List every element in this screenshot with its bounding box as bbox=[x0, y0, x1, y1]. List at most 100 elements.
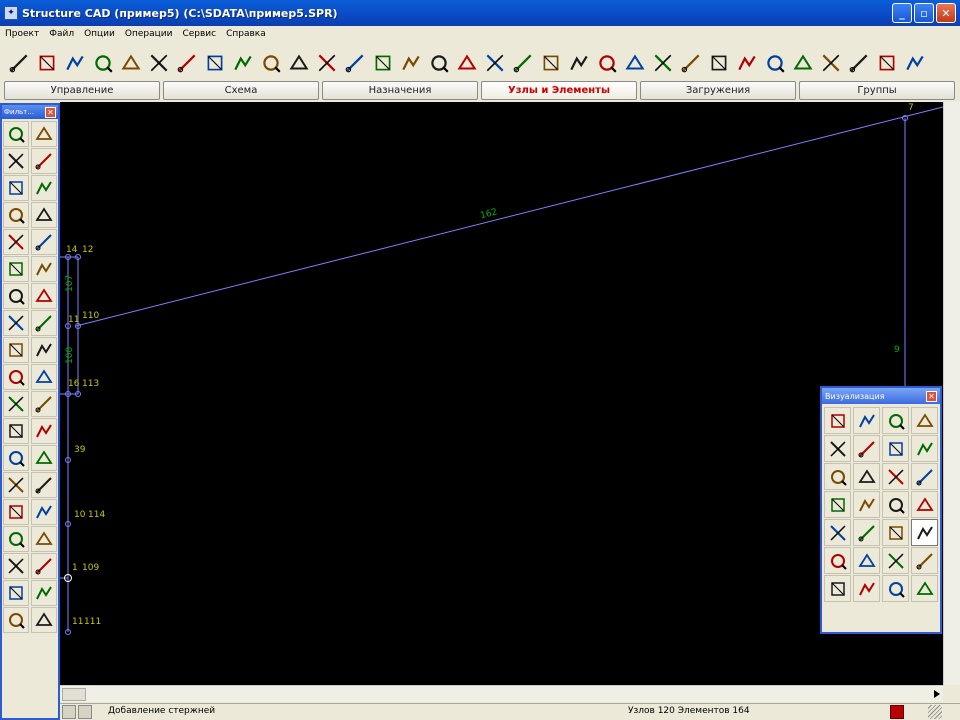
support-icon[interactable] bbox=[3, 337, 29, 363]
element-red-icon[interactable] bbox=[818, 49, 844, 76]
menu-options[interactable]: Опции bbox=[79, 29, 120, 39]
mesh-icon[interactable] bbox=[31, 418, 57, 444]
tab-nodes-elements[interactable]: Узлы и Элементы bbox=[481, 81, 637, 100]
node-merge-icon[interactable] bbox=[146, 49, 172, 76]
element-delete-icon[interactable] bbox=[902, 49, 928, 76]
tab-loadings[interactable]: Загружения bbox=[640, 81, 796, 100]
ruler-icon[interactable] bbox=[31, 472, 57, 498]
brush-icon[interactable] bbox=[31, 445, 57, 471]
rod-delete-icon[interactable] bbox=[31, 175, 57, 201]
view-front-icon[interactable] bbox=[824, 463, 851, 490]
minimize-button[interactable]: _ bbox=[892, 3, 912, 23]
element-fold-icon[interactable] bbox=[426, 49, 452, 76]
viz-close-button[interactable]: ✕ bbox=[926, 390, 937, 402]
menu-service[interactable]: Сервис bbox=[177, 29, 221, 39]
node-grid-icon[interactable] bbox=[62, 49, 88, 76]
tree-icon[interactable] bbox=[31, 580, 57, 606]
fill-green-icon[interactable] bbox=[882, 575, 909, 602]
vertical-scrollbar[interactable] bbox=[943, 102, 960, 685]
matrix-icon[interactable] bbox=[31, 607, 57, 633]
element-pattern-icon[interactable] bbox=[342, 49, 368, 76]
plate-mesh-icon[interactable] bbox=[31, 256, 57, 282]
node-number-icon[interactable] bbox=[174, 49, 200, 76]
tab-scheme[interactable]: Схема bbox=[163, 81, 319, 100]
arrow-down-icon[interactable] bbox=[31, 337, 57, 363]
element-grid-icon[interactable] bbox=[622, 49, 648, 76]
stack-icon[interactable] bbox=[3, 472, 29, 498]
grid-red-icon[interactable] bbox=[31, 526, 57, 552]
element-square-icon[interactable] bbox=[706, 49, 732, 76]
node-move-icon[interactable] bbox=[34, 49, 60, 76]
snap-toggle-icon[interactable] bbox=[78, 705, 92, 719]
grid-toggle-icon[interactable] bbox=[62, 705, 76, 719]
chart-icon[interactable] bbox=[31, 553, 57, 579]
rotate-x-icon[interactable] bbox=[853, 407, 880, 434]
table-icon[interactable] bbox=[853, 519, 880, 546]
tab-assignments[interactable]: Назначения bbox=[322, 81, 478, 100]
element-array-icon[interactable] bbox=[678, 49, 704, 76]
parallel-icon[interactable] bbox=[3, 310, 29, 336]
blank-icon[interactable] bbox=[911, 575, 938, 602]
node-coords-icon[interactable] bbox=[202, 49, 228, 76]
element-ramp-icon[interactable] bbox=[566, 49, 592, 76]
rotate-z-icon[interactable] bbox=[911, 407, 938, 434]
node-link-icon[interactable] bbox=[3, 391, 29, 417]
node-renumber-icon[interactable] bbox=[230, 49, 256, 76]
rod-mark-icon[interactable] bbox=[3, 229, 29, 255]
viz-title-bar[interactable]: Визуализация ✕ bbox=[822, 388, 940, 404]
solid-blue-icon[interactable] bbox=[882, 491, 909, 518]
zoom-icon[interactable] bbox=[911, 519, 938, 546]
rod-filter-icon[interactable] bbox=[31, 202, 57, 228]
node-copy-icon[interactable] bbox=[118, 49, 144, 76]
solid-icon[interactable] bbox=[824, 491, 851, 518]
node-select-icon[interactable] bbox=[90, 49, 116, 76]
menu-file[interactable]: Файл bbox=[44, 29, 79, 39]
mirror-icon[interactable] bbox=[882, 435, 909, 462]
element-divide-icon[interactable] bbox=[314, 49, 340, 76]
element-frame-icon[interactable] bbox=[594, 49, 620, 76]
horizontal-scrollbar[interactable] bbox=[60, 685, 943, 702]
element-stair-icon[interactable] bbox=[510, 49, 536, 76]
beam-icon[interactable] bbox=[3, 580, 29, 606]
intersect-icon[interactable] bbox=[31, 310, 57, 336]
split-x-icon[interactable] bbox=[31, 499, 57, 525]
pan-icon[interactable] bbox=[824, 435, 851, 462]
tab-control[interactable]: Управление bbox=[4, 81, 160, 100]
element-cross-icon[interactable] bbox=[482, 49, 508, 76]
bucket-icon[interactable] bbox=[3, 445, 29, 471]
rod-unmark-icon[interactable] bbox=[31, 229, 57, 255]
close-button[interactable]: ✕ bbox=[936, 3, 956, 23]
label-icon[interactable] bbox=[882, 519, 909, 546]
element-split-icon[interactable] bbox=[874, 49, 900, 76]
menu-operations[interactable]: Операции bbox=[120, 29, 178, 39]
scroll-right-icon[interactable] bbox=[934, 690, 940, 698]
element-rotate-icon[interactable] bbox=[398, 49, 424, 76]
element-extrude-icon[interactable] bbox=[762, 49, 788, 76]
scissors-icon[interactable] bbox=[3, 607, 29, 633]
dotted-grid-icon[interactable] bbox=[3, 418, 29, 444]
palette-icon[interactable] bbox=[3, 553, 29, 579]
element-box-icon[interactable] bbox=[538, 49, 564, 76]
node-pack-icon[interactable] bbox=[258, 49, 284, 76]
rod-select-icon[interactable] bbox=[3, 202, 29, 228]
view-iso-icon[interactable] bbox=[911, 463, 938, 490]
plate-add-icon[interactable] bbox=[3, 256, 29, 282]
eraser-icon[interactable] bbox=[31, 121, 57, 147]
green-dot-icon[interactable] bbox=[882, 547, 909, 574]
element-hatch-icon[interactable] bbox=[790, 49, 816, 76]
axis-angle-icon[interactable] bbox=[31, 283, 57, 309]
palette-close-button[interactable]: ✕ bbox=[45, 106, 56, 118]
scroll-thumb[interactable] bbox=[62, 688, 86, 701]
tab-groups[interactable]: Группы bbox=[799, 81, 955, 100]
rod-add-icon[interactable] bbox=[3, 175, 29, 201]
rotate-y-icon[interactable] bbox=[882, 407, 909, 434]
element-table-icon[interactable] bbox=[650, 49, 676, 76]
element-add-icon[interactable] bbox=[286, 49, 312, 76]
flip-icon[interactable] bbox=[853, 435, 880, 462]
menu-project[interactable]: Проект bbox=[0, 29, 44, 39]
node-grid-icon[interactable] bbox=[31, 391, 57, 417]
maximize-button[interactable]: ▫ bbox=[914, 3, 934, 23]
zoom-red-icon[interactable] bbox=[824, 547, 851, 574]
rotate-icon[interactable] bbox=[824, 407, 851, 434]
element-check-icon[interactable] bbox=[454, 49, 480, 76]
